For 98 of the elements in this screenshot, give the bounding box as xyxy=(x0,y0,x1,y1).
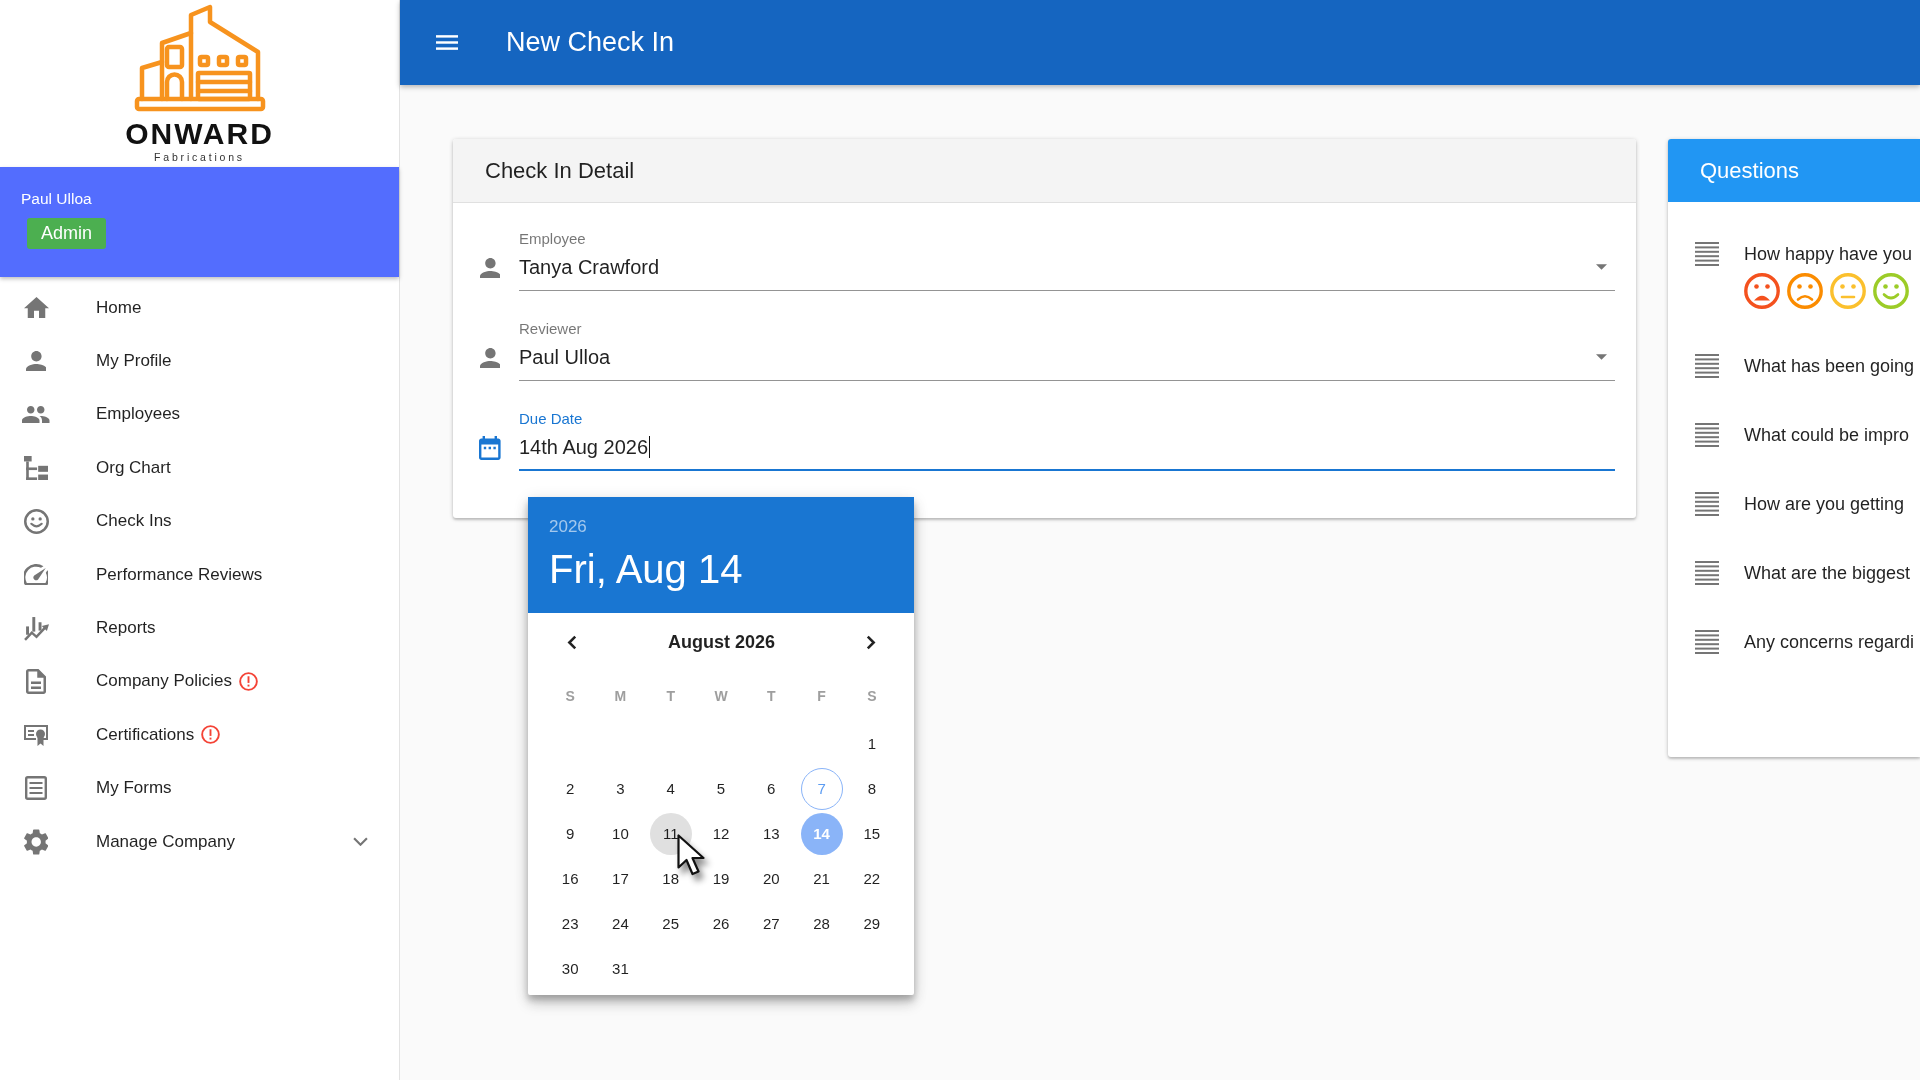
month-label: August 2026 xyxy=(667,631,775,653)
nav-item[interactable]: Certifications xyxy=(0,708,399,762)
calendar-day[interactable]: 3 xyxy=(599,767,642,810)
calendar-day[interactable]: 24 xyxy=(599,902,642,945)
person-icon xyxy=(479,347,501,369)
calendar-day[interactable]: 13 xyxy=(750,812,793,855)
selected-date-label[interactable]: Fri, Aug 14 xyxy=(549,546,743,592)
field-label: Employee xyxy=(519,230,587,248)
role-badge: Admin xyxy=(27,218,107,249)
weekday-label: F xyxy=(817,688,826,704)
form-icon xyxy=(25,776,47,801)
text-lines-icon xyxy=(1695,354,1719,378)
calendar-day[interactable]: 6 xyxy=(750,767,793,810)
smiley-icon xyxy=(23,508,49,534)
question-text: What could be impro xyxy=(1744,424,1910,447)
person-icon xyxy=(479,257,501,279)
text-lines-icon xyxy=(1695,492,1719,516)
calendar-day[interactable]: 23 xyxy=(549,902,592,945)
page-title: New Check In xyxy=(506,27,675,58)
home-icon xyxy=(23,297,49,319)
select-field[interactable]: Reviewer Paul Ulloa xyxy=(519,320,1615,381)
card-title: Check In Detail xyxy=(485,157,635,184)
calendar-day[interactable]: 19 xyxy=(700,857,742,900)
calendar-day[interactable]: 26 xyxy=(700,902,742,945)
question-text: What are the biggest xyxy=(1744,562,1911,585)
calendar-icon xyxy=(479,436,501,460)
people-icon xyxy=(22,405,50,424)
calendar-day[interactable]: 15 xyxy=(850,812,893,855)
person-icon xyxy=(25,350,47,372)
field-label: Due Date xyxy=(519,410,584,428)
calendar-day[interactable]: 21 xyxy=(800,857,843,900)
calendar-day[interactable]: 29 xyxy=(850,902,893,945)
nav-item[interactable]: Org Chart xyxy=(0,441,399,495)
calendar-day[interactable]: 28 xyxy=(800,902,843,945)
very-sad-face-icon[interactable] xyxy=(1744,273,1780,309)
question-text: How are you getting xyxy=(1744,493,1905,516)
calendar-day[interactable]: 10 xyxy=(599,812,642,855)
select-field[interactable]: Employee Tanya Crawford xyxy=(519,230,1615,291)
nav-item[interactable]: My Forms xyxy=(0,761,399,815)
text-lines-icon xyxy=(1695,561,1719,585)
calendar-day[interactable]: 25 xyxy=(649,902,692,945)
weekday-label: T xyxy=(666,688,675,704)
bar-chart-icon xyxy=(23,615,49,641)
user-name: Paul Ulloa xyxy=(21,190,93,207)
text-lines-icon xyxy=(1695,630,1719,654)
nav-item[interactable]: Manage Company xyxy=(0,814,399,869)
panel-title: Questions xyxy=(1700,157,1800,184)
calendar-day[interactable]: 18 xyxy=(649,857,692,900)
nav-item[interactable]: Company Policies xyxy=(0,654,399,709)
chevron-right-icon xyxy=(866,634,876,650)
chevron-left-icon xyxy=(567,634,577,650)
question-text: Any concerns regardi xyxy=(1744,631,1915,654)
menu-icon xyxy=(436,35,458,50)
nav-item[interactable]: Reports xyxy=(0,601,399,655)
dropdown-arrow-icon xyxy=(1596,354,1607,360)
calendar-day[interactable]: 17 xyxy=(599,857,642,900)
calendar-day[interactable]: 27 xyxy=(750,902,793,945)
date-field[interactable]: Due Date 14th Aug 2026 xyxy=(519,410,1615,471)
logo-wordmark: ONWARD xyxy=(125,117,274,151)
calendar-day[interactable]: 2 xyxy=(549,767,592,810)
calendar-day[interactable]: 9 xyxy=(549,812,592,855)
calendar-day[interactable]: 30 xyxy=(549,947,592,990)
calendar-day[interactable]: 31 xyxy=(599,947,642,990)
calendar-day[interactable]: 20 xyxy=(750,857,793,900)
weekday-label: M xyxy=(614,688,627,704)
mouse-pointer-icon xyxy=(676,833,705,876)
weekday-label: S xyxy=(867,688,877,704)
building-icon xyxy=(133,3,266,113)
calendar-day[interactable]: 8 xyxy=(850,767,893,810)
sad-face-icon[interactable] xyxy=(1787,273,1823,309)
dropdown-arrow-icon xyxy=(1596,264,1607,270)
smiling-face-icon[interactable] xyxy=(1873,273,1909,309)
calendar-day[interactable]: 16 xyxy=(549,857,592,900)
nav-item[interactable]: Employees xyxy=(0,387,399,442)
settings-icon xyxy=(23,828,49,855)
field-label: Reviewer xyxy=(519,320,583,338)
document-icon xyxy=(26,668,46,694)
text-lines-icon xyxy=(1695,242,1719,266)
gauge-icon xyxy=(23,563,49,586)
logo-tagline: Fabrications xyxy=(154,151,245,164)
calendar-day[interactable]: 22 xyxy=(850,857,893,900)
calendar-day[interactable]: 12 xyxy=(700,812,742,855)
question-text: How happy have you xyxy=(1744,243,1913,266)
weekday-label: S xyxy=(565,688,575,704)
text-lines-icon xyxy=(1695,423,1719,447)
calendar-day[interactable]: 4 xyxy=(649,767,692,810)
text-caret-icon xyxy=(649,436,650,458)
certificate-icon xyxy=(23,722,49,747)
weekday-label: T xyxy=(767,688,776,704)
question-text: What has been going xyxy=(1744,355,1915,378)
calendar-day[interactable]: 1 xyxy=(850,722,893,765)
hierarchy-icon xyxy=(24,455,48,480)
nav-item[interactable]: Home xyxy=(0,281,399,335)
weekday-label: W xyxy=(714,688,728,704)
nav-item[interactable]: My Profile xyxy=(0,334,399,388)
nav-item[interactable]: Performance Reviews xyxy=(0,547,399,602)
nav-item[interactable]: Check Ins xyxy=(0,494,399,548)
calendar-day[interactable]: 5 xyxy=(700,767,742,810)
